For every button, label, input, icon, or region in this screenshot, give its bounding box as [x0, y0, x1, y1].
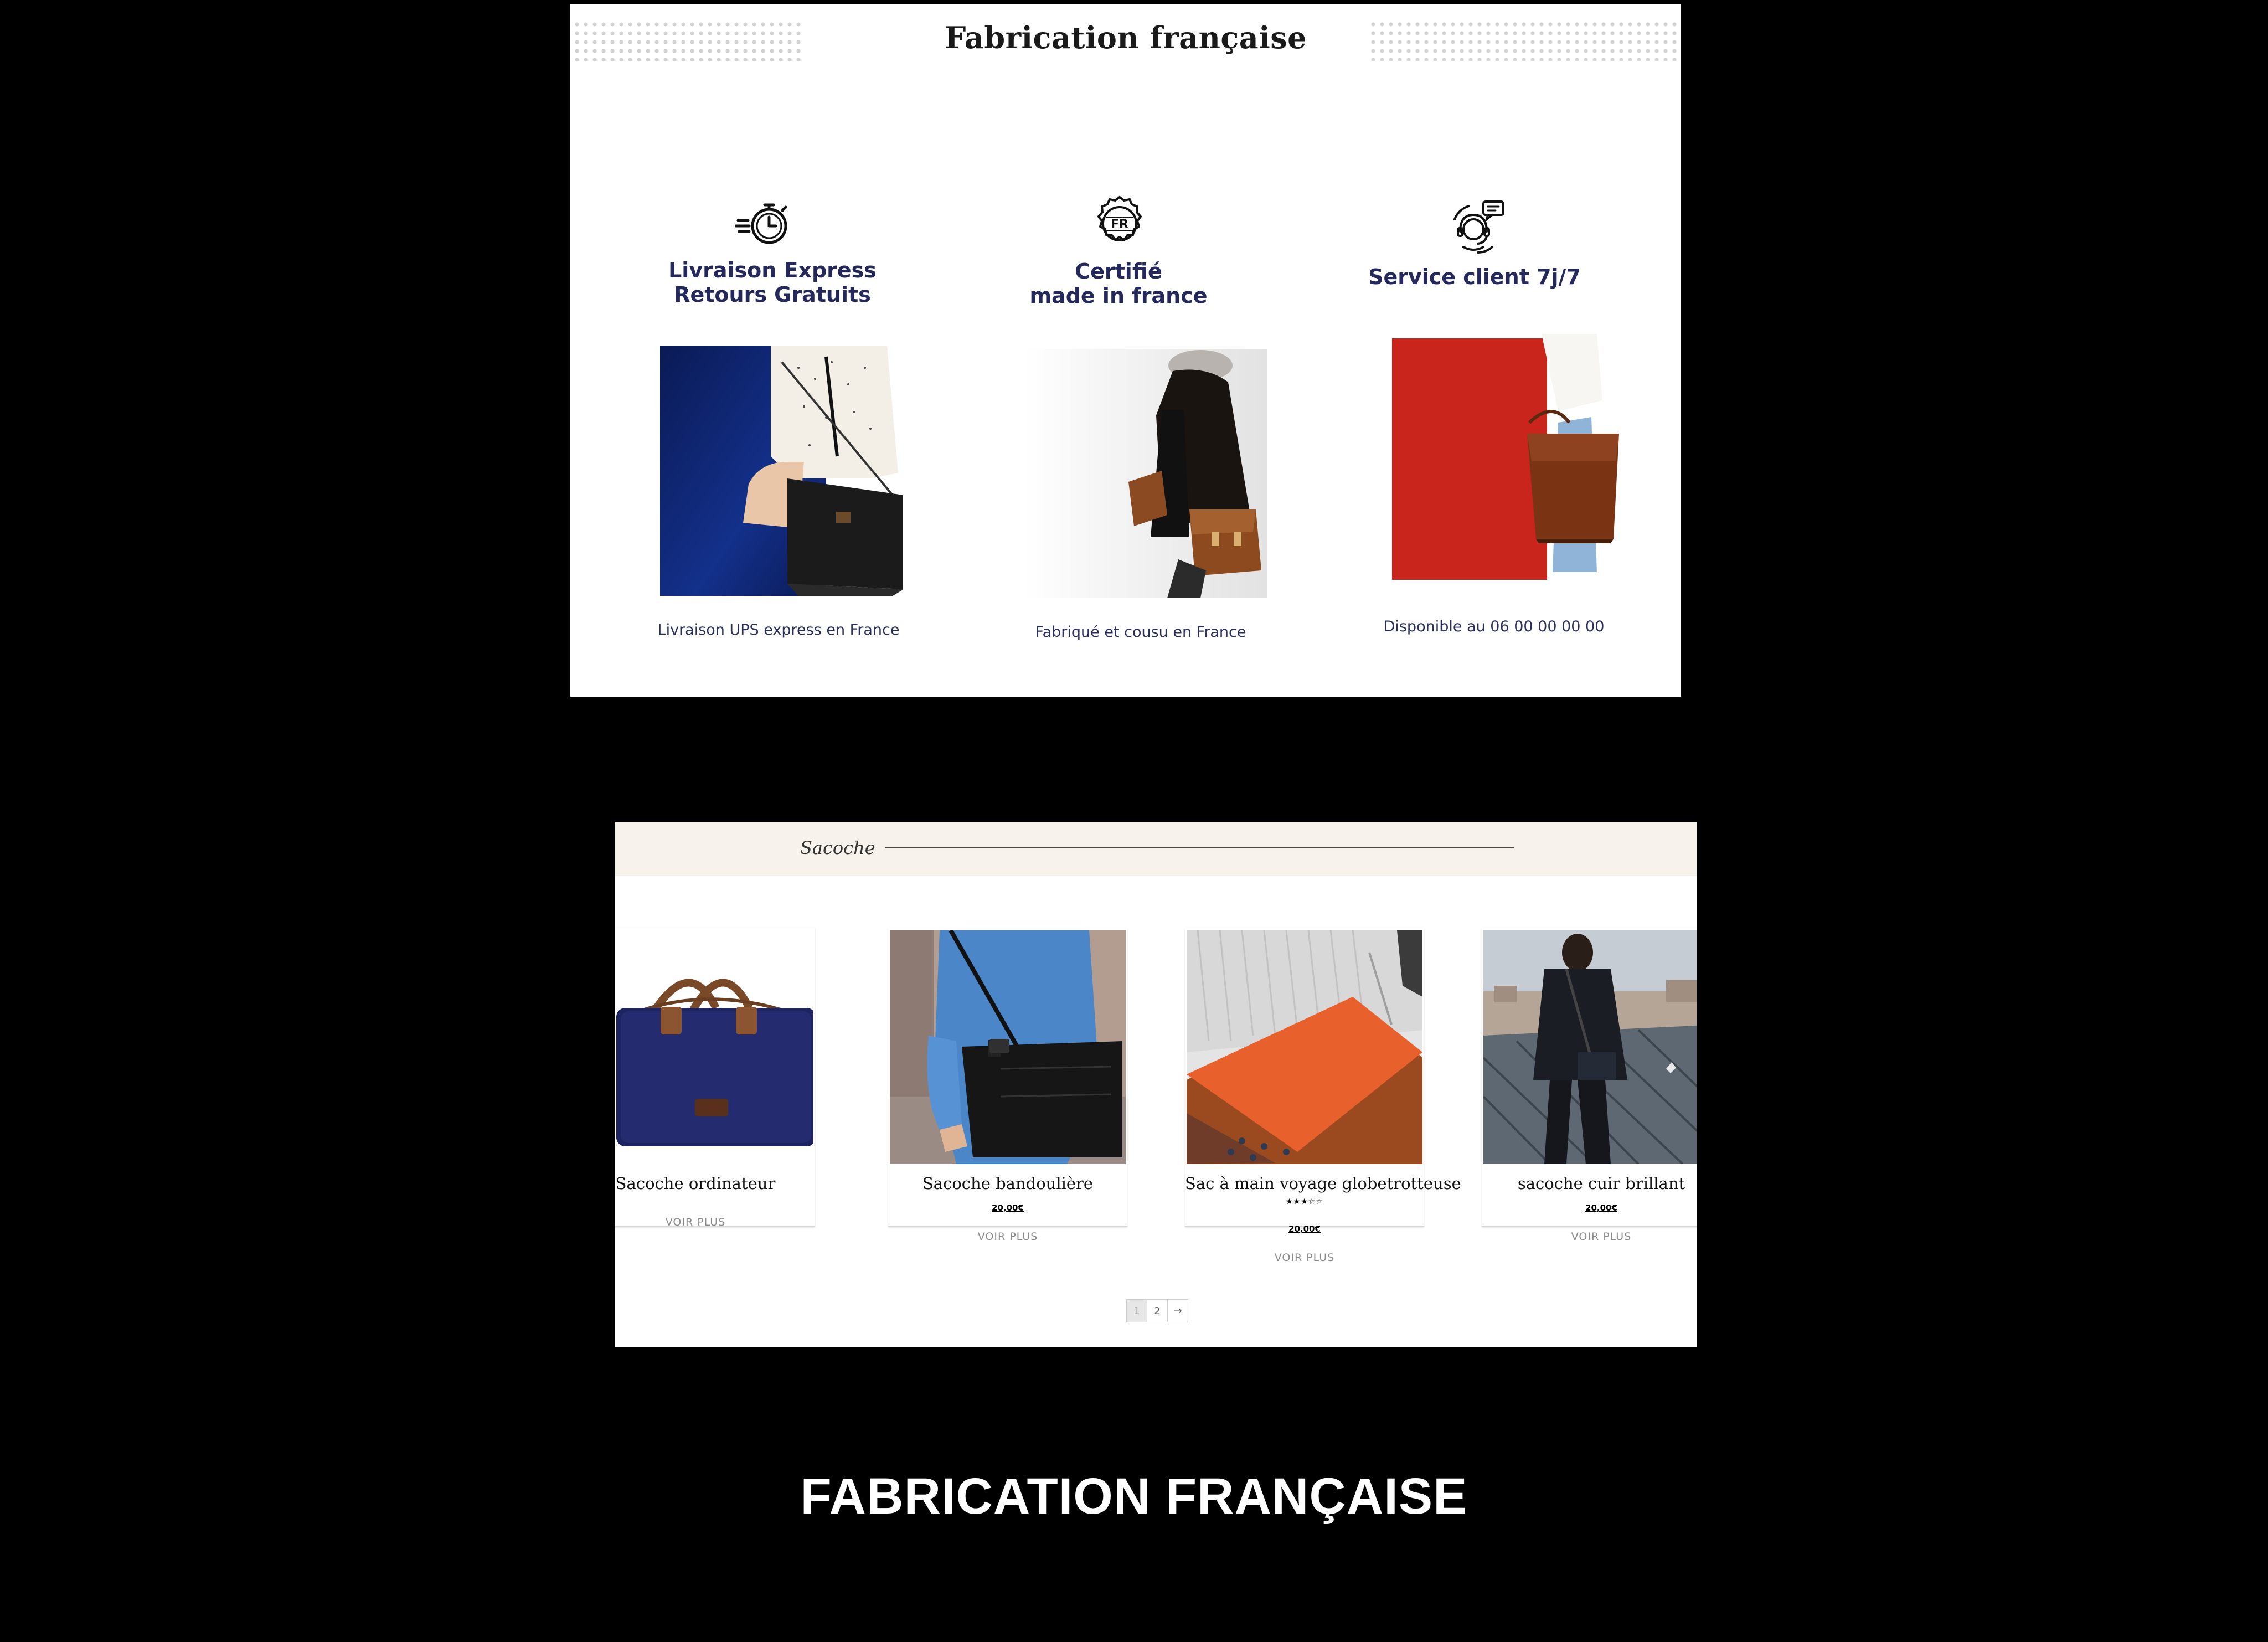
feature-caption: Disponible au 06 00 00 00 00	[1383, 618, 1605, 635]
feature-heading: Certifié made in france	[1029, 259, 1208, 308]
category-divider	[885, 847, 1514, 848]
category-title: Sacoche	[800, 837, 875, 858]
product-card[interactable]: Sacoche ordinateur VOIR PLUS	[615, 928, 815, 1228]
product-name[interactable]: Sacoche ordinateur	[615, 1174, 815, 1193]
stopwatch-icon	[734, 193, 796, 254]
features-title: Fabrication française	[944, 20, 1307, 55]
voir-plus-button[interactable]: VOIR PLUS	[615, 1216, 815, 1228]
page-1-button[interactable]: 1	[1126, 1299, 1147, 1322]
star-empty-icon: ☆	[1308, 1197, 1316, 1206]
product-card[interactable]: Sac à main voyage globetrotteuse ★★★☆☆ 2…	[1185, 928, 1461, 1264]
feature-caption: Livraison UPS express en France	[657, 621, 900, 639]
tote-model-photo	[1392, 334, 1647, 584]
product-price: 20,00€	[1288, 1224, 1321, 1234]
product-image[interactable]	[615, 930, 813, 1164]
backpack-model-photo	[1023, 349, 1267, 598]
next-page-arrow-icon[interactable]: →	[1167, 1299, 1188, 1322]
feature-caption: Fabriqué et cousu en France	[1035, 624, 1246, 641]
product-card[interactable]: sacoche cuir brillant 20,00€ VOIR PLUS	[1482, 928, 1697, 1243]
product-card[interactable]: Sacoche bandoulière 20,00€ VOIR PLUS	[888, 928, 1127, 1243]
product-price: 20,00€	[992, 1203, 1024, 1213]
page-2-button[interactable]: 2	[1147, 1299, 1168, 1322]
presentation-canvas: Fabrication française Livraison Express …	[0, 0, 2268, 1642]
feature-heading: Service client 7j/7	[1368, 265, 1581, 289]
products-panel: Sacoche Sacoche ordinateur VOIR PLUS Sac…	[615, 822, 1697, 1347]
star-filled-icon: ★	[1301, 1197, 1308, 1206]
star-filled-icon: ★	[1286, 1197, 1293, 1206]
product-image[interactable]	[1483, 930, 1697, 1164]
category-header: Sacoche	[615, 822, 1697, 876]
voir-plus-button[interactable]: VOIR PLUS	[1185, 1252, 1424, 1264]
fr-seal-label: FR	[1111, 218, 1128, 231]
product-name[interactable]: Sac à main voyage globetrotteuse	[1185, 1174, 1461, 1193]
bag-model-photo	[660, 346, 903, 596]
features-panel: Fabrication française Livraison Express …	[570, 4, 1681, 697]
star-filled-icon: ★	[1293, 1197, 1301, 1206]
product-name[interactable]: sacoche cuir brillant	[1482, 1174, 1697, 1193]
footer-title: FABRICATION FRANÇAISE	[800, 1468, 1468, 1525]
product-name[interactable]: Sacoche bandoulière	[888, 1174, 1127, 1193]
product-image[interactable]	[890, 930, 1126, 1164]
fr-seal-icon: FR	[1089, 193, 1150, 254]
star-empty-icon: ☆	[1316, 1197, 1323, 1206]
voir-plus-button[interactable]: VOIR PLUS	[888, 1231, 1127, 1243]
voir-plus-button[interactable]: VOIR PLUS	[1482, 1231, 1697, 1243]
product-price: 20,00€	[1585, 1203, 1617, 1213]
feature-heading: Livraison Express Retours Gratuits	[668, 258, 877, 307]
product-image[interactable]	[1187, 930, 1422, 1164]
pagination: 1 2 →	[1126, 1299, 1188, 1322]
customer-service-icon	[1447, 197, 1508, 258]
rating-stars: ★★★☆☆	[1185, 1197, 1424, 1206]
